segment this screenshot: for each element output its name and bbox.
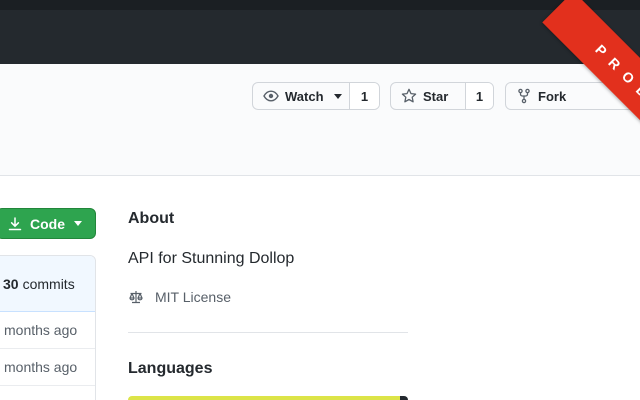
law-icon bbox=[129, 291, 143, 304]
commit-label: commits bbox=[22, 275, 75, 292]
download-icon bbox=[8, 216, 22, 230]
license-link[interactable]: MIT License bbox=[128, 289, 231, 305]
list-item[interactable]: months ago bbox=[0, 349, 95, 386]
languages-heading: Languages bbox=[128, 360, 213, 377]
commits-link[interactable]: 30 commits bbox=[0, 256, 95, 312]
about-heading: About bbox=[128, 210, 175, 227]
environment-ribbon: PROD bbox=[440, 0, 640, 200]
watch-label: Watch bbox=[285, 88, 324, 104]
file-list: 30 commits months ago months ago bbox=[0, 255, 96, 400]
watch-caret-icon bbox=[333, 93, 342, 99]
eye-icon bbox=[263, 90, 279, 102]
watch-button-group: Watch 1 bbox=[252, 82, 380, 110]
license-label: MIT License bbox=[155, 289, 231, 305]
repo-description: API for Stunning Dollop bbox=[128, 250, 295, 267]
language-bar[interactable] bbox=[128, 396, 408, 400]
prod-ribbon-label: PROD bbox=[542, 0, 640, 157]
language-bar-segment bbox=[128, 396, 400, 400]
file-age: months ago bbox=[4, 359, 78, 375]
watch-count[interactable]: 1 bbox=[349, 83, 379, 109]
star-icon bbox=[401, 88, 417, 103]
watch-button[interactable]: Watch bbox=[253, 83, 349, 109]
language-bar-segment bbox=[399, 396, 408, 400]
list-item[interactable]: months ago bbox=[0, 312, 95, 349]
code-button-label: Code bbox=[30, 215, 65, 232]
file-age: months ago bbox=[4, 322, 78, 338]
sidebar-divider bbox=[128, 332, 408, 333]
code-caret-icon bbox=[74, 221, 82, 226]
code-button[interactable]: Code bbox=[0, 208, 96, 239]
commit-count: 30 bbox=[3, 275, 19, 292]
